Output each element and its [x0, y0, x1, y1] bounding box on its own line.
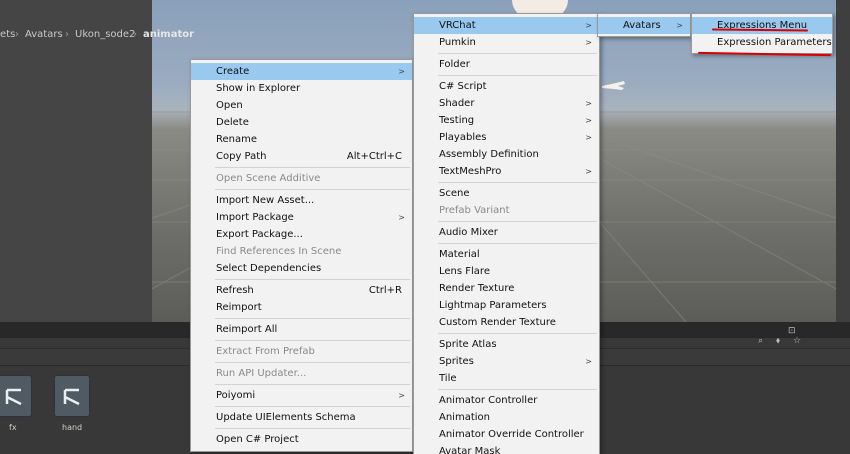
chevron-right-icon: > [398, 213, 405, 222]
menu-separator [438, 53, 597, 54]
chevron-right-icon: > [676, 21, 683, 30]
menu-item-animator-override-controller[interactable]: Animator Override Controller [414, 426, 599, 443]
menu-item-extract-from-prefab: Extract From Prefab [216, 346, 315, 357]
menu-item-assembly-definition[interactable]: Assembly Definition [414, 146, 599, 163]
chevron-right-icon: > [398, 391, 405, 400]
menu-item-open[interactable]: Open [191, 97, 412, 114]
menu-item-testing[interactable]: Testing > [414, 112, 599, 129]
menu-item-delete[interactable]: Delete [191, 114, 412, 131]
menu-item-vrchat[interactable]: VRChat > [414, 17, 599, 34]
menu-separator [438, 221, 597, 222]
menu-separator [215, 318, 410, 319]
shortcut-label: Alt+Ctrl+C [346, 151, 402, 162]
menu-item-reimport[interactable]: Reimport [191, 299, 412, 316]
menu-separator [215, 428, 410, 429]
lock-icon[interactable]: ⊡ [788, 326, 796, 336]
menu-item-open-csharp-project[interactable]: Open C# Project [191, 431, 412, 448]
label-filter-icon[interactable]: ⬧ [776, 336, 780, 346]
menu-item-import-package[interactable]: Import Package > [191, 209, 412, 226]
favorite-star-icon[interactable]: ☆ [793, 336, 801, 346]
menu-separator [438, 75, 597, 76]
menu-item-rename[interactable]: Rename [191, 131, 412, 148]
vrchat-submenu: Avatars > [597, 13, 691, 37]
chevron-right-icon: > [585, 116, 592, 125]
chevron-right-icon: > [585, 38, 592, 47]
breadcrumb-item-avatars[interactable]: Avatars [25, 29, 63, 40]
menu-item-animator-controller[interactable]: Animator Controller [414, 392, 599, 409]
menu-item-shader[interactable]: Shader > [414, 95, 599, 112]
breadcrumb-separator: › [65, 29, 69, 40]
context-menu: Create > Show in Explorer Open Delete Ren… [190, 59, 413, 452]
menu-item-audio-mixer[interactable]: Audio Mixer [414, 224, 599, 241]
menu-item-pumkin[interactable]: Pumkin > [414, 34, 599, 51]
menu-item-tile[interactable]: Tile [414, 370, 599, 387]
menu-item-avatar-mask[interactable]: Avatar Mask [414, 443, 599, 454]
menu-separator [215, 279, 410, 280]
chevron-right-icon: > [398, 67, 405, 76]
menu-item-poiyomi[interactable]: Poiyomi > [191, 387, 412, 404]
menu-item-csharp-script[interactable]: C# Script [414, 78, 599, 95]
asset-hand-icon[interactable] [54, 375, 90, 417]
breadcrumb-item-assets[interactable]: ets [0, 29, 15, 40]
search-by-type-icon[interactable]: ⌕ [758, 336, 763, 346]
menu-item-custom-render-texture[interactable]: Custom Render Texture [414, 314, 599, 331]
breadcrumb-separator: › [133, 29, 137, 40]
menu-item-playables[interactable]: Playables > [414, 129, 599, 146]
menu-item-run-api-updater: Run API Updater... [216, 368, 307, 379]
menu-separator [215, 340, 410, 341]
menu-separator [215, 189, 410, 190]
menu-item-expression-parameters[interactable]: Expression Parameters [692, 34, 832, 51]
menu-item-select-dependencies[interactable]: Select Dependencies [191, 260, 412, 277]
menu-item-sprite-atlas[interactable]: Sprite Atlas [414, 336, 599, 353]
avatars-submenu: Expressions Menu Expression Parameters [691, 13, 833, 54]
menu-separator [438, 243, 597, 244]
menu-item-export-package[interactable]: Export Package... [191, 226, 412, 243]
chevron-right-icon: > [585, 133, 592, 142]
menu-separator [438, 182, 597, 183]
menu-item-copy-path[interactable]: Copy Path Alt+Ctrl+C [191, 148, 412, 165]
menu-item-prefab-variant: Prefab Variant [439, 205, 510, 216]
menu-separator [215, 406, 410, 407]
asset-fx-icon[interactable] [0, 375, 32, 417]
menu-separator [215, 362, 410, 363]
menu-item-refresh[interactable]: Refresh Ctrl+R [191, 282, 412, 299]
asset-label: hand [62, 423, 83, 432]
project-left-panel [0, 0, 152, 322]
create-submenu: VRChat > Pumkin > Folder C# Script Shader >… [413, 13, 600, 454]
menu-item-reimport-all[interactable]: Reimport All [191, 321, 412, 338]
chevron-right-icon: > [585, 21, 592, 30]
breadcrumb-item-ukon[interactable]: Ukon_sode2 [75, 29, 135, 40]
breadcrumb-separator: › [15, 29, 19, 40]
shortcut-label: Ctrl+R [368, 285, 402, 296]
menu-item-sprites[interactable]: Sprites > [414, 353, 599, 370]
menu-item-update-uielements-schema[interactable]: Update UIElements Schema [191, 409, 412, 426]
breadcrumb-item-current[interactable]: animator [143, 29, 194, 40]
menu-item-avatars[interactable]: Avatars > [598, 17, 690, 34]
menu-item-scene[interactable]: Scene [414, 185, 599, 202]
menu-separator [215, 167, 410, 168]
scene-right-scrollbar[interactable] [836, 0, 850, 322]
menu-item-lens-flare[interactable]: Lens Flare [414, 263, 599, 280]
chevron-right-icon: > [585, 99, 592, 108]
chevron-right-icon: > [585, 357, 592, 366]
menu-item-animation[interactable]: Animation [414, 409, 599, 426]
menu-item-open-scene-additive: Open Scene Additive [216, 173, 321, 184]
menu-item-lightmap-parameters[interactable]: Lightmap Parameters [414, 297, 599, 314]
menu-separator [438, 333, 597, 334]
menu-item-show-in-explorer[interactable]: Show in Explorer [191, 80, 412, 97]
menu-item-find-references: Find References In Scene [216, 246, 342, 257]
menu-item-import-new-asset[interactable]: Import New Asset... [191, 192, 412, 209]
menu-item-expressions-menu[interactable]: Expressions Menu [692, 17, 832, 34]
menu-item-folder[interactable]: Folder [414, 56, 599, 73]
chevron-right-icon: > [585, 167, 592, 176]
menu-item-material[interactable]: Material [414, 246, 599, 263]
menu-separator [438, 389, 597, 390]
asset-label: fx [9, 423, 17, 432]
menu-item-create[interactable]: Create > [191, 63, 412, 80]
menu-item-render-texture[interactable]: Render Texture [414, 280, 599, 297]
avatar-model-hand [602, 81, 625, 90]
menu-item-textmeshpro[interactable]: TextMeshPro > [414, 163, 599, 180]
menu-separator [215, 384, 410, 385]
